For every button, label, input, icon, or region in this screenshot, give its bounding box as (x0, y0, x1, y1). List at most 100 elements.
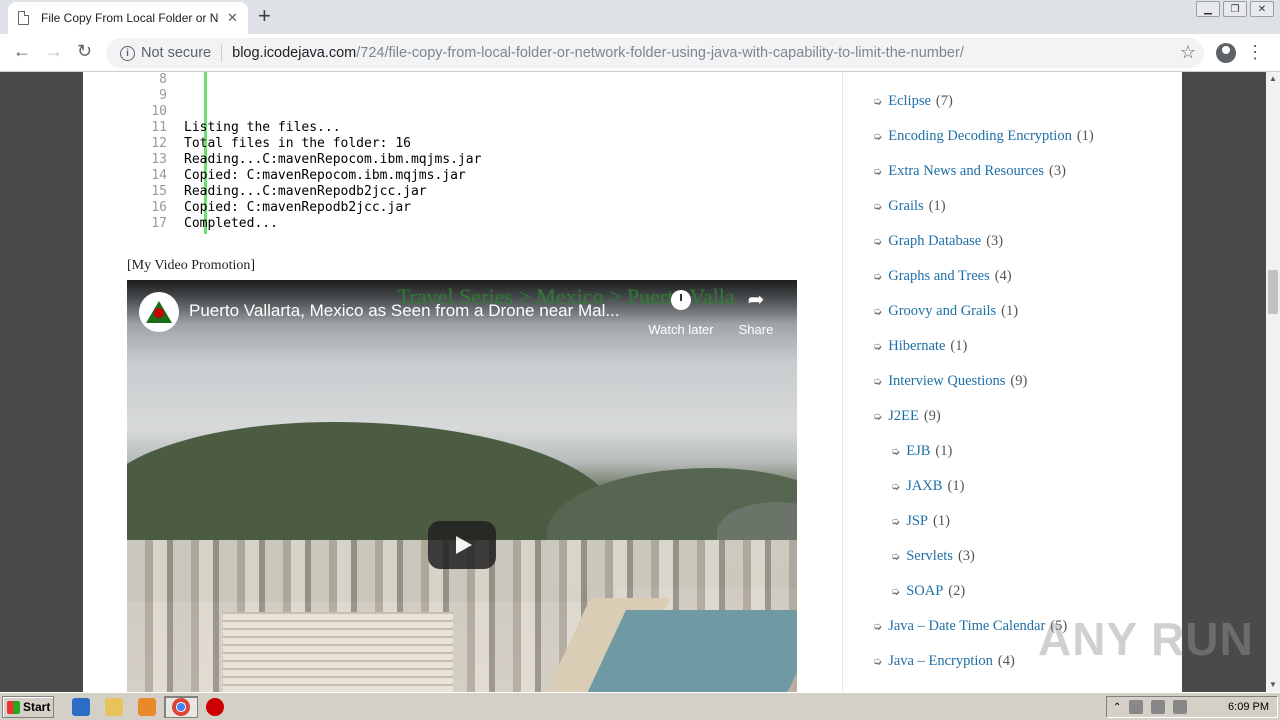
category-count: (9) (923, 408, 941, 424)
category-count: (1) (950, 338, 968, 354)
close-tab-icon[interactable]: ✕ (227, 10, 238, 26)
browser-toolbar: ← → ↻ i Not secure blog.icodejava.com /7… (0, 34, 1280, 72)
play-button[interactable] (428, 521, 496, 569)
arrow-bullet-icon: ➭ (891, 551, 901, 563)
info-icon[interactable]: i (120, 45, 135, 61)
category-item: ➭ Eclipse (7) (873, 84, 1094, 119)
arrow-bullet-icon: ➭ (873, 621, 883, 633)
back-arrow-icon[interactable]: ← (13, 41, 31, 62)
category-link[interactable]: Graphs and Trees (888, 268, 990, 285)
minimize-button[interactable]: ▁ (1196, 1, 1220, 17)
category-link[interactable]: Servlets (906, 548, 953, 565)
taskbar: Start ⌃ 6:09 PM (0, 692, 1280, 720)
category-link[interactable]: JAXB (906, 478, 942, 495)
category-link[interactable]: J2EE (888, 408, 919, 425)
clock-icon (671, 290, 691, 310)
url-host: blog.icodejava.com (232, 45, 357, 61)
address-bar[interactable]: i Not secure blog.icodejava.com /724/fil… (106, 38, 1204, 68)
category-link[interactable]: Extra News and Resources (888, 163, 1044, 180)
document-icon (18, 11, 29, 25)
category-link[interactable]: EJB (906, 443, 930, 460)
category-item: ➭ Graphs and Trees (4) (873, 259, 1094, 294)
tray-clock[interactable]: 6:09 PM (1228, 701, 1269, 713)
channel-logo-dot (154, 308, 164, 318)
browser-tab[interactable]: File Copy From Local Folder or Network ✕ (8, 2, 248, 34)
chrome-icon[interactable] (172, 698, 190, 716)
restore-button[interactable]: ❐ (1223, 1, 1247, 17)
share-label: Share (738, 322, 774, 337)
url-path: /724/file-copy-from-local-folder-or-netw… (356, 45, 964, 61)
line-number: 16 (151, 200, 167, 215)
promo-label: [My Video Promotion] (127, 258, 256, 273)
category-link[interactable]: Eclipse (888, 93, 931, 110)
close-window-button[interactable]: ✕ (1250, 1, 1274, 17)
sidebar-divider (842, 72, 843, 692)
arrow-bullet-icon: ➭ (873, 376, 883, 388)
arrow-bullet-icon: ➭ (873, 96, 883, 108)
category-link[interactable]: Grails (888, 198, 923, 215)
volume-icon[interactable] (1151, 700, 1166, 714)
code-line: Reading...C:mavenRepocom.ibm.mqjms.jar (184, 152, 482, 167)
internet-explorer-icon[interactable] (72, 698, 90, 716)
windows-logo-icon (7, 700, 20, 714)
category-item: ➭ Interview Questions (9) (873, 364, 1094, 399)
arrow-bullet-icon: ➭ (891, 586, 901, 598)
video-title[interactable]: Puerto Vallarta, Mexico as Seen from a D… (189, 301, 620, 321)
menu-dots-icon[interactable]: ⋮ (1246, 42, 1264, 63)
arrow-bullet-icon: ➭ (873, 166, 883, 178)
category-link[interactable]: JSP (906, 513, 928, 530)
code-line: Reading...C:mavenRepodb2jcc.jar (184, 184, 427, 199)
bookmark-star-icon[interactable]: ☆ (1180, 42, 1196, 63)
share-arrow-icon: ➦ (747, 289, 765, 311)
code-lines: Listing the files... Total files in the f… (184, 72, 481, 232)
arrow-bullet-icon: ➭ (873, 236, 883, 248)
category-count: (3) (1049, 163, 1066, 179)
code-line: Completed... (184, 216, 278, 231)
category-link[interactable]: Java – Encryption (888, 653, 993, 670)
arrow-bullet-icon: ➭ (873, 306, 883, 318)
scroll-up-arrow-icon[interactable]: ▲ (1266, 72, 1280, 86)
account-icon[interactable] (1216, 43, 1236, 63)
category-link[interactable]: Groovy and Grails (888, 303, 996, 320)
tray-expand-icon[interactable]: ⌃ (1113, 702, 1121, 713)
new-tab-button[interactable]: + (258, 5, 271, 27)
anyrun-watermark: ANY RUN (1038, 613, 1254, 665)
line-number: 17 (151, 216, 167, 231)
category-item: ➭ Servlets (3) (873, 539, 1094, 574)
reload-icon[interactable]: ↻ (77, 41, 92, 62)
scroll-down-arrow-icon[interactable]: ▼ (1266, 678, 1280, 692)
category-link[interactable]: Encoding Decoding Encryption (888, 128, 1072, 145)
category-item: ➭ Graph Database (3) (873, 224, 1094, 259)
page-scrollbar[interactable]: ▲ ▼ (1266, 72, 1280, 692)
stop-icon[interactable] (206, 698, 224, 716)
line-number: 13 (151, 152, 167, 167)
category-item: ➭ Grails (1) (873, 189, 1094, 224)
share-button[interactable]: ➦ Share (731, 290, 781, 337)
arrow-bullet-icon: ➭ (873, 341, 883, 353)
forward-arrow-icon[interactable]: → (45, 41, 63, 62)
video-player[interactable]: Travel Series > Mexico > Puerto Valla Pu… (127, 280, 797, 692)
channel-logo-icon[interactable] (139, 292, 179, 332)
watch-later-button[interactable]: Watch later (643, 290, 719, 337)
category-link[interactable]: Interview Questions (888, 373, 1005, 390)
network-icon[interactable] (1129, 700, 1144, 714)
media-player-icon[interactable] (138, 698, 156, 716)
category-item: ➭ JAXB (1) (873, 469, 1094, 504)
line-number: 11 (151, 120, 167, 135)
category-count: (1) (947, 478, 965, 494)
code-line: Copied: C:mavenRepodb2jcc.jar (184, 200, 411, 215)
scroll-thumb[interactable] (1268, 270, 1278, 314)
category-count: (1) (933, 513, 950, 529)
code-block: 8 9 10 11 12 13 14 15 16 17 Listing the files... T… (121, 72, 801, 234)
category-link[interactable]: SOAP (906, 583, 943, 600)
category-link[interactable]: Hibernate (888, 338, 945, 355)
category-link[interactable]: Graph Database (888, 233, 981, 250)
folder-icon[interactable] (105, 698, 123, 716)
category-item: ➭ EJB (1) (873, 434, 1094, 469)
category-link[interactable]: Java – Date Time Calendar (888, 618, 1045, 635)
flag-icon[interactable] (1173, 700, 1188, 714)
start-button[interactable]: Start (2, 696, 54, 718)
